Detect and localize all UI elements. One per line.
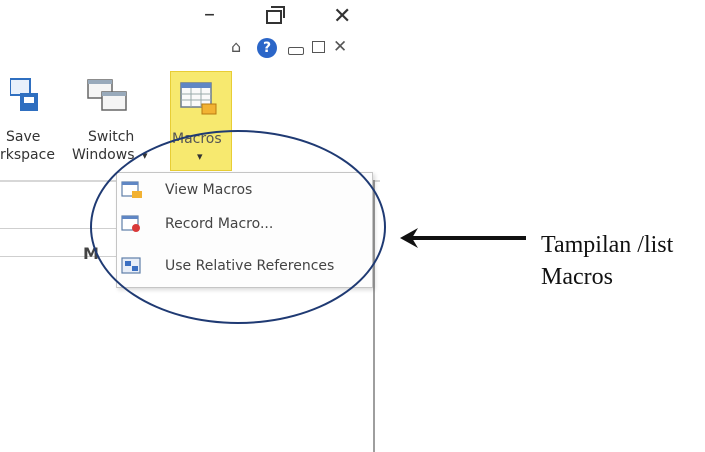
switch-windows-label-line1: Switch	[88, 129, 135, 145]
switch-windows-label-line2: Windows	[72, 147, 135, 163]
close-button[interactable]: ✕	[333, 6, 351, 28]
annotation-text: Tampilan /list Macros	[541, 229, 673, 293]
highlight-oval	[90, 130, 386, 324]
workbook-minimize-icon[interactable]	[288, 47, 304, 55]
annotation-line2: Macros	[541, 264, 613, 290]
help-icon[interactable]: ?	[257, 38, 277, 58]
left-arrow-icon	[400, 228, 526, 248]
save-workspace-icon[interactable]	[10, 77, 40, 113]
workbook-restore-icon[interactable]	[312, 41, 325, 53]
save-workspace-label-line1: Save	[6, 129, 41, 145]
switch-windows-icon[interactable]	[86, 78, 130, 114]
restore-button[interactable]	[266, 6, 285, 24]
workbook-close-icon[interactable]: ✕	[333, 37, 347, 57]
minimize-button[interactable]: –	[204, 4, 215, 26]
annotation-line1: Tampilan /list	[541, 232, 674, 258]
macros-icon	[180, 82, 217, 115]
collapse-ribbon-icon[interactable]: ⌂	[231, 37, 241, 56]
save-workspace-label-line2: rkspace	[0, 147, 55, 163]
